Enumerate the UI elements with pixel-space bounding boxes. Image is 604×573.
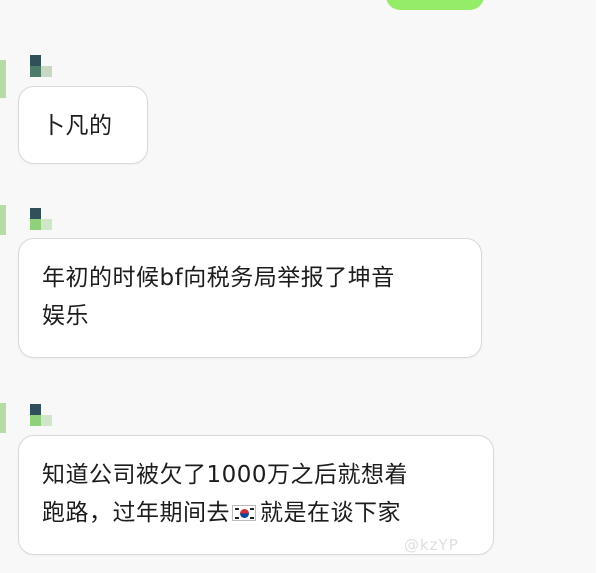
message-text: 年初的时候bf向税务局举报了坤音 — [42, 265, 395, 291]
sender-edge-mark — [0, 60, 6, 98]
sender-edge-mark — [0, 403, 6, 433]
avatar[interactable] — [28, 404, 54, 430]
avatar[interactable] — [28, 55, 54, 81]
message-bubble[interactable]: 年初的时候bf向税务局举报了坤音 娱乐 — [18, 238, 482, 358]
page-edge — [596, 0, 604, 573]
south-korea-flag-icon — [232, 505, 256, 521]
chat-area: 卜凡的 年初的时候bf向税务局举报了坤音 娱乐 知道公司被欠了1000万之后就想… — [0, 0, 596, 573]
sender-edge-mark — [0, 205, 6, 235]
message-bubble[interactable]: 卜凡的 — [18, 86, 148, 164]
message-text: 就是在谈下家 — [260, 500, 401, 526]
watermark: @kzYP — [404, 536, 459, 554]
avatar[interactable] — [28, 208, 54, 234]
message-text: 娱乐 — [42, 303, 89, 329]
message-text-line: 跑路，过年期间去 就是在谈下家 — [42, 494, 473, 532]
message-text: 跑路，过年期间去 — [42, 500, 230, 526]
message-text: 知道公司被欠了1000万之后就想着 — [42, 462, 409, 488]
message-text: 卜凡的 — [42, 113, 113, 139]
sent-message-bubble[interactable] — [386, 0, 484, 10]
